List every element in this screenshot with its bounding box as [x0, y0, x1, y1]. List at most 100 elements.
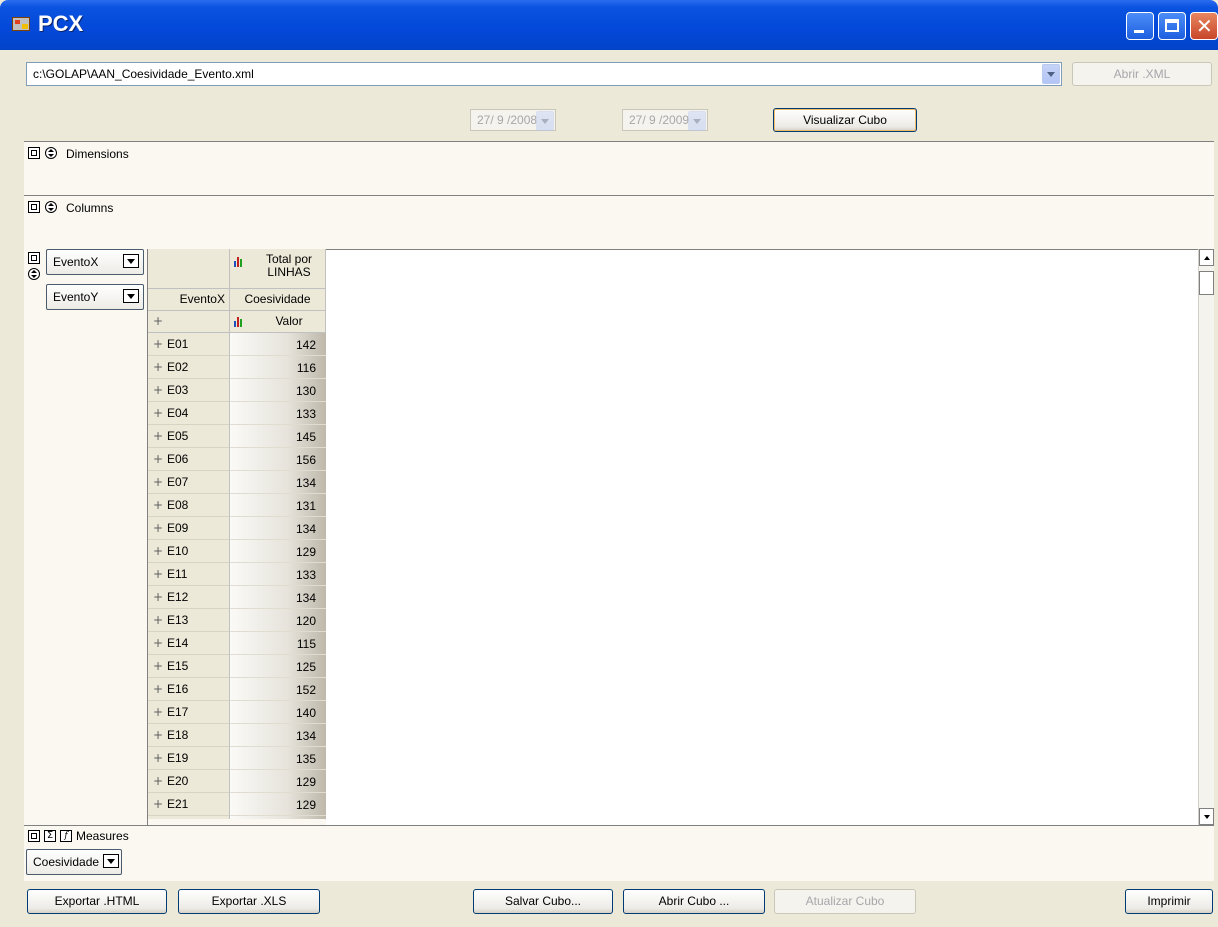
- row-value-cell[interactable]: 129: [230, 793, 326, 816]
- measure-field-coesividade[interactable]: Coesividade: [26, 849, 122, 875]
- row-value-cell[interactable]: 120: [230, 609, 326, 632]
- plus-expand-icon[interactable]: +: [153, 544, 163, 558]
- panel-toggle-icon[interactable]: [28, 147, 40, 159]
- row-label-cell[interactable]: + E04: [148, 402, 230, 425]
- plus-expand-icon[interactable]: +: [153, 705, 163, 719]
- row-value-cell[interactable]: 156: [230, 448, 326, 471]
- rows-panel[interactable]: EventoX EventoY: [24, 249, 148, 825]
- bar-chart-icon[interactable]: [234, 317, 244, 327]
- row-label-cell[interactable]: + E21: [148, 793, 230, 816]
- open-cube-button[interactable]: Abrir Cubo ...: [623, 889, 765, 914]
- sigma-icon[interactable]: Σ: [44, 830, 56, 842]
- chevron-down-icon[interactable]: [536, 111, 554, 131]
- scroll-up-icon[interactable]: [1199, 249, 1214, 266]
- row-label-cell[interactable]: + E10: [148, 540, 230, 563]
- row-value-cell[interactable]: 129: [230, 540, 326, 563]
- export-html-button[interactable]: Exportar .HTML: [27, 889, 167, 914]
- row-value-cell[interactable]: 130: [230, 379, 326, 402]
- plus-expand-icon[interactable]: +: [153, 475, 163, 489]
- chevron-down-icon[interactable]: [1042, 64, 1060, 84]
- row-value-cell[interactable]: 135: [230, 747, 326, 770]
- save-cube-button[interactable]: Salvar Cubo...: [473, 889, 613, 914]
- row-label-cell[interactable]: + E17: [148, 701, 230, 724]
- maximize-button[interactable]: [1158, 12, 1186, 40]
- visualize-cube-button[interactable]: Visualizar Cubo: [773, 108, 917, 132]
- row-value-cell[interactable]: 145: [230, 425, 326, 448]
- row-label-cell[interactable]: + E13: [148, 609, 230, 632]
- bar-chart-icon[interactable]: [234, 257, 244, 267]
- row-value-cell[interactable]: 129: [230, 770, 326, 793]
- start-date-picker[interactable]: 27/ 9 /2008: [470, 109, 556, 131]
- plus-expand-icon[interactable]: +: [153, 682, 163, 696]
- row-label-cell[interactable]: + E07: [148, 471, 230, 494]
- plus-expand-icon[interactable]: +: [153, 567, 163, 581]
- plus-expand-icon[interactable]: +: [153, 406, 163, 420]
- plus-expand-icon[interactable]: +: [153, 751, 163, 765]
- row-value-cell[interactable]: 142: [230, 333, 326, 356]
- plus-expand-icon[interactable]: +: [153, 429, 163, 443]
- row-value-cell[interactable]: 116: [230, 356, 326, 379]
- row-value-cell[interactable]: 134: [230, 517, 326, 540]
- plus-expand-icon[interactable]: +: [153, 590, 163, 604]
- row-label-cell[interactable]: + E20: [148, 770, 230, 793]
- row-label-cell[interactable]: + E02: [148, 356, 230, 379]
- row-value-cell[interactable]: 134: [230, 471, 326, 494]
- dimensions-panel[interactable]: Dimensions: [24, 141, 1214, 195]
- update-cube-button[interactable]: Atualizar Cubo: [774, 889, 916, 914]
- chevron-down-icon[interactable]: [688, 111, 706, 131]
- row-label-cell[interactable]: + E09: [148, 517, 230, 540]
- row-label-cell[interactable]: + E11: [148, 563, 230, 586]
- row-value-cell[interactable]: 115: [230, 632, 326, 655]
- panel-toggle-icon[interactable]: [28, 252, 40, 264]
- columns-panel[interactable]: Columns: [24, 195, 1214, 249]
- row-field-eventox[interactable]: EventoX: [46, 249, 144, 275]
- total-header-cell[interactable]: Total por LINHAS: [230, 249, 326, 289]
- chevron-down-icon[interactable]: [103, 854, 119, 868]
- chevron-down-icon[interactable]: [123, 254, 139, 268]
- close-button[interactable]: [1190, 12, 1218, 40]
- row-value-cell[interactable]: 134: [230, 724, 326, 747]
- sort-updown-icon[interactable]: [45, 201, 57, 213]
- row-label-cell[interactable]: + E08: [148, 494, 230, 517]
- print-button[interactable]: Imprimir: [1125, 889, 1213, 914]
- plus-expand-icon[interactable]: +: [153, 498, 163, 512]
- row-label-cell[interactable]: + E14: [148, 632, 230, 655]
- app-icon[interactable]: [12, 17, 30, 31]
- row-label-cell[interactable]: + E19: [148, 747, 230, 770]
- plus-expand-icon[interactable]: +: [153, 337, 163, 351]
- plus-expand-icon[interactable]: +: [153, 383, 163, 397]
- plus-expand-icon[interactable]: +: [153, 797, 163, 811]
- minimize-button[interactable]: [1126, 12, 1154, 40]
- row-value-cell[interactable]: 125: [230, 655, 326, 678]
- row-value-cell[interactable]: 133: [230, 563, 326, 586]
- scrollbar-thumb[interactable]: [1199, 271, 1214, 295]
- row-value-cell[interactable]: 140: [230, 701, 326, 724]
- row-value-cell[interactable]: 131: [230, 494, 326, 517]
- row-label-cell[interactable]: + E06: [148, 448, 230, 471]
- row-label-cell[interactable]: + E01: [148, 333, 230, 356]
- value-header-cell[interactable]: Valor: [230, 311, 326, 333]
- plus-expand-icon[interactable]: +: [153, 452, 163, 466]
- plus-expand-icon[interactable]: +: [153, 613, 163, 627]
- plus-expand-icon[interactable]: +: [153, 774, 163, 788]
- xml-path-combobox[interactable]: c:\GOLAP\AAN_Coesividade_Evento.xml: [26, 62, 1062, 86]
- plus-expand-icon[interactable]: +: [153, 521, 163, 535]
- plus-expand-icon[interactable]: +: [153, 659, 163, 673]
- row-label-cell[interactable]: + E16: [148, 678, 230, 701]
- sort-updown-icon[interactable]: [45, 147, 57, 159]
- plus-expand-icon[interactable]: +: [153, 360, 163, 374]
- plus-expand-icon[interactable]: +: [153, 314, 163, 328]
- scroll-down-icon[interactable]: [1199, 808, 1214, 825]
- vertical-scrollbar[interactable]: [1198, 249, 1214, 825]
- panel-toggle-icon[interactable]: [28, 830, 40, 842]
- row-label-cell[interactable]: + E03: [148, 379, 230, 402]
- row-value-cell[interactable]: 134: [230, 586, 326, 609]
- row-field-eventoy[interactable]: EventoY: [46, 284, 144, 310]
- plus-expand-icon[interactable]: +: [153, 636, 163, 650]
- export-xls-button[interactable]: Exportar .XLS: [178, 889, 320, 914]
- row-label-cell[interactable]: + E12: [148, 586, 230, 609]
- title-bar[interactable]: [0, 0, 1218, 50]
- row-value-cell[interactable]: 133: [230, 402, 326, 425]
- chevron-down-icon[interactable]: [123, 289, 139, 303]
- row-label-cell[interactable]: + E18: [148, 724, 230, 747]
